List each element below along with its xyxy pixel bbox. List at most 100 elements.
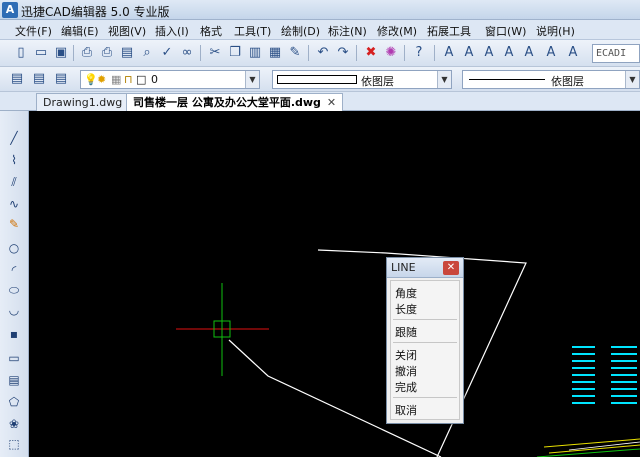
print-preview-icon[interactable]: ⎙ — [98, 44, 116, 62]
text-style-icon[interactable]: A — [440, 44, 458, 62]
layer-toolbar: ▤ ▤ ▤ 💡 ✹ ▦ ⊓ □ 0 ▼ 依图层 ▼ 依图层 ▼ — [0, 67, 640, 92]
layer-state-icon[interactable]: ▤ — [52, 70, 70, 88]
menu-tools[interactable]: 工具(T) — [234, 23, 271, 39]
tab-active-drawing[interactable]: 司售楼一层 公寓及办公大堂平面.dwg ✕ — [126, 93, 344, 111]
help-icon[interactable]: ? — [410, 44, 428, 62]
freehand-tool-icon[interactable]: ✎ — [5, 215, 23, 233]
bulb-icon: 💡 — [84, 73, 98, 86]
new-file-icon[interactable]: ▯ — [12, 44, 30, 62]
polygon-tool-icon[interactable]: ⬠ — [5, 393, 23, 411]
menu-divider — [393, 342, 457, 343]
ellipse-arc-tool-icon[interactable]: ◡ — [5, 301, 23, 319]
menu-item-angle[interactable]: 角度 — [395, 285, 417, 301]
purge-icon[interactable]: ✺ — [382, 44, 400, 62]
menu-item-undo[interactable]: 撤消 — [395, 363, 417, 379]
spline-tool-icon[interactable]: ∿ — [5, 195, 23, 213]
polyline-tool-icon[interactable]: ⌇ — [5, 151, 23, 169]
tab-label: 司售楼一层 公寓及办公大堂平面.dwg — [133, 96, 321, 109]
window-title: 迅捷CAD编辑器 5.0 专业版 — [21, 5, 170, 19]
open-icon[interactable]: ▭ — [32, 44, 50, 62]
menu-view[interactable]: 视图(V) — [108, 23, 146, 39]
menu-dimension[interactable]: 标注(N) — [328, 23, 367, 39]
layer-previous-icon[interactable]: ▤ — [30, 70, 48, 88]
text-spell-icon[interactable]: A — [564, 44, 582, 62]
line-tool-icon[interactable]: ╱ — [5, 129, 23, 147]
close-icon[interactable]: ✕ — [327, 96, 336, 109]
copy-icon[interactable]: ❐ — [226, 44, 244, 62]
delete-icon[interactable]: ✖ — [362, 44, 380, 62]
toolbar-divider — [308, 45, 309, 61]
cloud-tool-icon[interactable]: ❀ — [5, 415, 23, 433]
chevron-down-icon[interactable]: ▼ — [245, 71, 259, 88]
drawing-canvas[interactable] — [29, 111, 640, 457]
text-find-icon[interactable]: A — [520, 44, 538, 62]
menu-item-follow[interactable]: 跟随 — [395, 324, 417, 340]
color-select[interactable]: 依图层 ▼ — [272, 70, 452, 89]
layer-name: 0 — [151, 73, 158, 86]
linetype-value: 依图层 — [551, 75, 584, 88]
menu-header: LINE ✕ — [387, 258, 463, 278]
toolbar-divider — [404, 45, 405, 61]
match-properties-icon[interactable]: ✎ — [286, 44, 304, 62]
close-icon[interactable]: ✕ — [443, 261, 459, 275]
find-icon[interactable]: ⌕ — [138, 44, 156, 62]
print-icon[interactable]: ⎙ — [78, 44, 96, 62]
line-command-menu: LINE ✕ 角度 长度 跟随 关闭 撤消 完成 取消 — [386, 257, 464, 424]
menu-edit[interactable]: 编辑(E) — [61, 23, 99, 39]
paste-special-icon[interactable]: ▦ — [266, 44, 284, 62]
sun-icon: ✹ — [97, 73, 107, 86]
text-edit-icon[interactable]: A — [480, 44, 498, 62]
menu-item-length[interactable]: 长度 — [395, 301, 417, 317]
app-logo-icon: A — [2, 2, 18, 18]
title-bar: A 迅捷CAD编辑器 5.0 专业版 — [0, 0, 640, 20]
region-tool-icon[interactable]: ⬚ — [5, 435, 23, 453]
menu-modify[interactable]: 修改(M) — [377, 23, 417, 39]
menu-item-done[interactable]: 完成 — [395, 379, 417, 395]
save-icon[interactable]: ▣ — [52, 44, 70, 62]
menu-draw[interactable]: 绘制(D) — [281, 23, 320, 39]
toolbar-divider — [356, 45, 357, 61]
lock-icon: ⊓ — [124, 73, 133, 86]
menu-help[interactable]: 说明(H) — [536, 23, 575, 39]
color-value: 依图层 — [361, 75, 394, 88]
document-tabs: Drawing1.dwg 司售楼一层 公寓及办公大堂平面.dwg ✕ — [0, 92, 640, 111]
linetype-sample — [469, 79, 545, 80]
hatch-tool-icon[interactable]: ▤ — [5, 371, 23, 389]
text-style-select[interactable]: ECADI — [592, 44, 640, 63]
menu-body: 角度 长度 跟随 关闭 撤消 完成 取消 — [390, 280, 460, 420]
layer-manager-icon[interactable]: ▤ — [8, 70, 26, 88]
tab-label: Drawing1.dwg — [43, 96, 123, 109]
text-justify-icon[interactable]: A — [542, 44, 560, 62]
paste-icon[interactable]: ▥ — [246, 44, 264, 62]
menu-title: LINE — [391, 261, 416, 274]
menu-divider — [393, 319, 457, 320]
multiline-tool-icon[interactable]: ⫽ — [5, 173, 23, 191]
rectangle-tool-icon[interactable]: ▭ — [5, 349, 23, 367]
chevron-down-icon[interactable]: ▼ — [437, 71, 451, 88]
undo-icon[interactable]: ↶ — [314, 44, 332, 62]
binoculars-icon[interactable]: ∞ — [178, 44, 196, 62]
menu-item-cancel[interactable]: 取消 — [395, 402, 417, 418]
cut-icon[interactable]: ✂ — [206, 44, 224, 62]
ellipse-tool-icon[interactable]: ⬭ — [5, 281, 23, 299]
point-tool-icon[interactable]: ▪ — [5, 325, 23, 343]
menu-extension-tools[interactable]: 拓展工具 — [427, 23, 471, 39]
menu-file[interactable]: 文件(F) — [15, 23, 52, 39]
menu-item-close[interactable]: 关闭 — [395, 347, 417, 363]
menu-window[interactable]: 窗口(W) — [485, 23, 526, 39]
menu-insert[interactable]: 插入(I) — [155, 23, 189, 39]
chevron-down-icon[interactable]: ▼ — [625, 71, 639, 88]
menu-format[interactable]: 格式 — [200, 23, 222, 39]
spell-check-icon[interactable]: ✓ — [158, 44, 176, 62]
circle-tool-icon[interactable]: ○ — [5, 239, 23, 257]
color-swatch — [277, 75, 357, 84]
text-scale-icon[interactable]: A — [500, 44, 518, 62]
linetype-select[interactable]: 依图层 ▼ — [462, 70, 640, 89]
text-icon[interactable]: A — [460, 44, 478, 62]
tab-drawing1[interactable]: Drawing1.dwg — [36, 93, 130, 111]
page-setup-icon[interactable]: ▤ — [118, 44, 136, 62]
floor-plan-fragment — [536, 438, 640, 457]
layer-select[interactable]: 💡 ✹ ▦ ⊓ □ 0 ▼ — [80, 70, 260, 89]
arc-tool-icon[interactable]: ◜ — [5, 261, 23, 279]
redo-icon[interactable]: ↷ — [334, 44, 352, 62]
